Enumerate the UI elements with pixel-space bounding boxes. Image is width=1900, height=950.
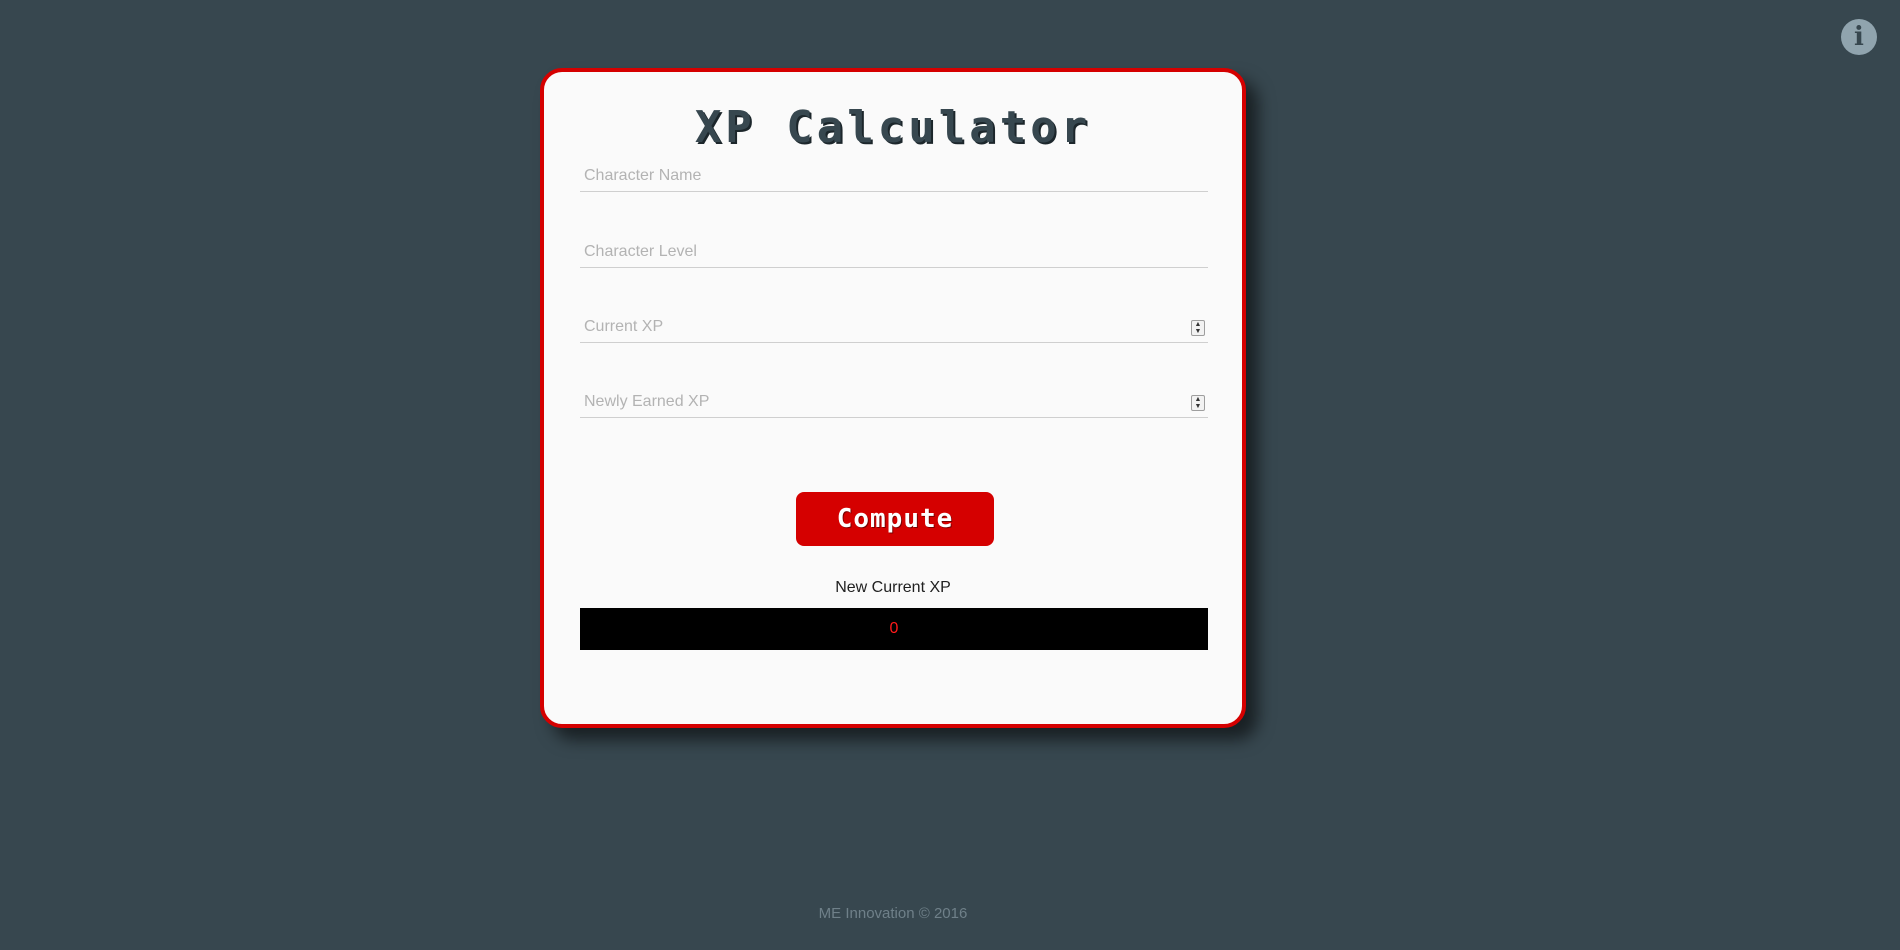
page-title: XP Calculator: [694, 102, 1092, 153]
info-icon-glyph: i: [1854, 22, 1864, 52]
compute-button[interactable]: Compute: [796, 492, 994, 546]
newly-earned-xp-stepper[interactable]: ▲ ▼: [1191, 395, 1205, 411]
result-value: 0: [889, 620, 899, 637]
newly-earned-xp-field: ▲ ▼: [580, 382, 1208, 418]
footer-copyright: ME Innovation © 2016: [818, 905, 968, 922]
character-name-field: [580, 156, 1208, 192]
stepper-down-icon[interactable]: ▼: [1192, 403, 1204, 410]
stepper-down-icon[interactable]: ▼: [1192, 328, 1204, 335]
info-icon[interactable]: i: [1841, 19, 1877, 55]
stepper-up-icon[interactable]: ▲: [1192, 321, 1204, 328]
character-level-input[interactable]: [580, 237, 1208, 267]
page: i XP Calculator ▲ ▼ ▲ ▼ Compute New Curr…: [0, 0, 1900, 950]
newly-earned-xp-input[interactable]: [580, 387, 1208, 417]
current-xp-input[interactable]: [580, 312, 1208, 342]
result-label: New Current XP: [835, 579, 951, 596]
current-xp-stepper[interactable]: ▲ ▼: [1191, 320, 1205, 336]
current-xp-field: ▲ ▼: [580, 307, 1208, 343]
stepper-up-icon[interactable]: ▲: [1192, 396, 1204, 403]
character-name-input[interactable]: [580, 161, 1208, 191]
character-level-field: [580, 232, 1208, 268]
result-display: 0: [580, 608, 1208, 650]
calculator-card: XP Calculator ▲ ▼ ▲ ▼ Compute New Curren…: [540, 68, 1246, 728]
